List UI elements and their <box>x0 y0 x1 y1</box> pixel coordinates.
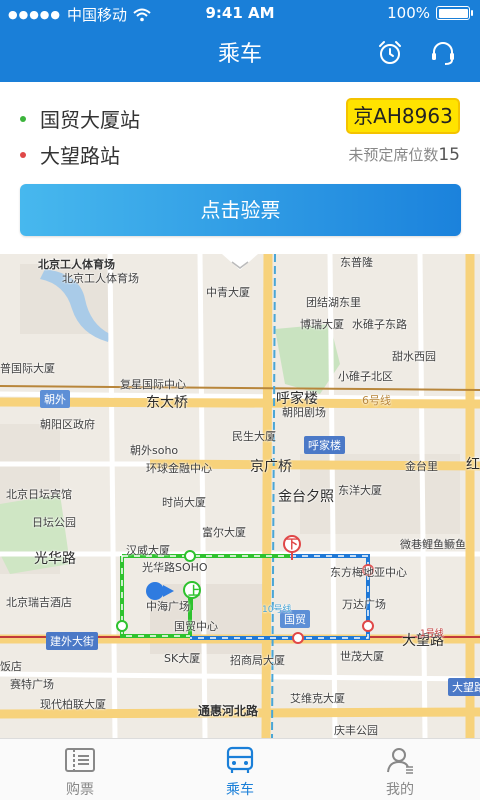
map-label: 北京工人体育场 <box>62 272 139 285</box>
route-map[interactable]: 上 下 北京工人体育场 北京工人体育场 中青大厦 东普隆 团结湖东里 博瑞大厦 … <box>0 254 480 738</box>
map-label: 东大桥 <box>146 395 188 411</box>
verify-ticket-button[interactable]: 点击验票 <box>20 184 461 236</box>
tab-buy-ticket[interactable]: 购票 <box>0 739 160 800</box>
battery-icon <box>436 6 473 20</box>
map-label: 博瑞大厦 <box>300 318 344 331</box>
unreserved-seats: 未预定席位数15 <box>348 144 460 165</box>
tab-label: 乘车 <box>226 782 254 798</box>
map-label: 招商局大厦 <box>230 654 285 667</box>
map-label: 水碓子东路 <box>352 318 407 331</box>
customer-service-icon[interactable] <box>428 38 458 68</box>
map-label: 光华路SOHO <box>142 561 208 574</box>
boarding-marker[interactable]: 上 <box>188 582 200 599</box>
top-bar: ●●●●● 中国移动 9:41 AM 100% 乘车 <box>0 0 480 82</box>
map-label: 微巷鲤鱼鳜鱼 <box>400 538 466 551</box>
map-label: 时尚大厦 <box>162 496 206 509</box>
map-label: 小碓子北区 <box>338 370 393 383</box>
map-label: 金台夕照 <box>278 489 334 505</box>
tab-mine[interactable]: 我的 <box>320 739 480 800</box>
map-label: 环球金融中心 <box>146 462 212 475</box>
map-label: 团结湖东里 <box>306 296 361 309</box>
map-label: 北京日坛宾馆 <box>6 488 72 501</box>
ticket-icon <box>65 748 95 772</box>
map-label: 通惠河北路 <box>198 704 259 718</box>
map-label: 庆丰公园 <box>334 724 378 737</box>
map-label: 1号线 <box>420 629 444 639</box>
map-label: 北京瑞吉酒店 <box>6 596 72 609</box>
tab-bar: 购票 乘车 我的 <box>0 738 480 800</box>
map-label: 东普隆 <box>340 256 373 269</box>
map-station-tag: 建外大街 <box>46 632 98 650</box>
map-label: 赛特广场 <box>10 678 54 691</box>
map-label: 日坛公园 <box>32 516 76 529</box>
alighting-stop: 大望路站 <box>20 140 120 169</box>
map-label: 金台里 <box>405 460 438 473</box>
map-label: 民生大厦 <box>232 430 276 443</box>
map-label: 朝阳剧场 <box>282 406 326 419</box>
license-plate: 京AH8963 <box>346 98 460 134</box>
map-label: 京广桥 <box>250 459 292 475</box>
map-label: 东方梅地亚中心 <box>330 566 407 579</box>
seats-count: 15 <box>438 145 460 165</box>
map-label: 万达广场 <box>342 598 386 611</box>
map-label: 10号线 <box>262 605 292 615</box>
map-label: 富尔大厦 <box>202 526 246 539</box>
map-station-tag: 大望路 <box>448 678 480 696</box>
page-title: 乘车 <box>217 42 262 67</box>
tab-label: 购票 <box>66 782 94 798</box>
status-bar: ●●●●● 中国移动 9:41 AM 100% <box>0 0 480 26</box>
map-label: 甜水西园 <box>392 350 436 363</box>
map-label: 中青大厦 <box>206 286 250 299</box>
map-label: 艾维克大厦 <box>290 692 345 705</box>
map-station-tag: 呼家楼 <box>304 436 345 454</box>
alighting-marker[interactable]: 下 <box>286 535 298 552</box>
tab-label: 我的 <box>386 782 414 798</box>
green-dot-icon <box>20 115 26 122</box>
map-label: 朝阳区政府 <box>40 418 95 431</box>
map-label: 普国际大厦 <box>0 362 55 375</box>
map-label: 6号线 <box>362 394 391 407</box>
trip-info-card: 国贸大厦站 大望路站 京AH8963 未预定席位数15 点击验票 <box>0 82 480 254</box>
map-label: 红 <box>466 457 480 473</box>
user-icon <box>387 748 413 774</box>
map-label: SK大厦 <box>164 652 201 665</box>
seats-label: 未预定席位数 <box>348 146 439 164</box>
map-label: 光华路 <box>34 551 76 567</box>
map-label: 汉威大厦 <box>126 544 170 557</box>
boarding-stop: 国贸大厦站 <box>20 104 140 133</box>
map-label: 朝外soho <box>130 444 179 457</box>
map-label: 国贸中心 <box>174 620 218 633</box>
alarm-clock-icon[interactable] <box>375 38 405 68</box>
tab-ride[interactable]: 乘车 <box>160 739 320 800</box>
map-label: 饭店 <box>0 660 22 673</box>
alighting-stop-name: 大望路站 <box>40 144 120 168</box>
map-label: 现代柏联大厦 <box>40 698 106 711</box>
bus-icon <box>226 746 254 773</box>
map-label: 世茂大厦 <box>340 650 384 663</box>
map-label: 中海广场 <box>146 600 190 613</box>
map-station-tag: 朝外 <box>40 390 70 408</box>
map-label: 东洋大厦 <box>338 484 382 497</box>
map-label: 复星国际中心 <box>120 378 186 391</box>
boarding-stop-name: 国贸大厦站 <box>40 108 140 132</box>
battery-percent: 100% <box>387 4 430 22</box>
red-dot-icon <box>20 151 26 158</box>
